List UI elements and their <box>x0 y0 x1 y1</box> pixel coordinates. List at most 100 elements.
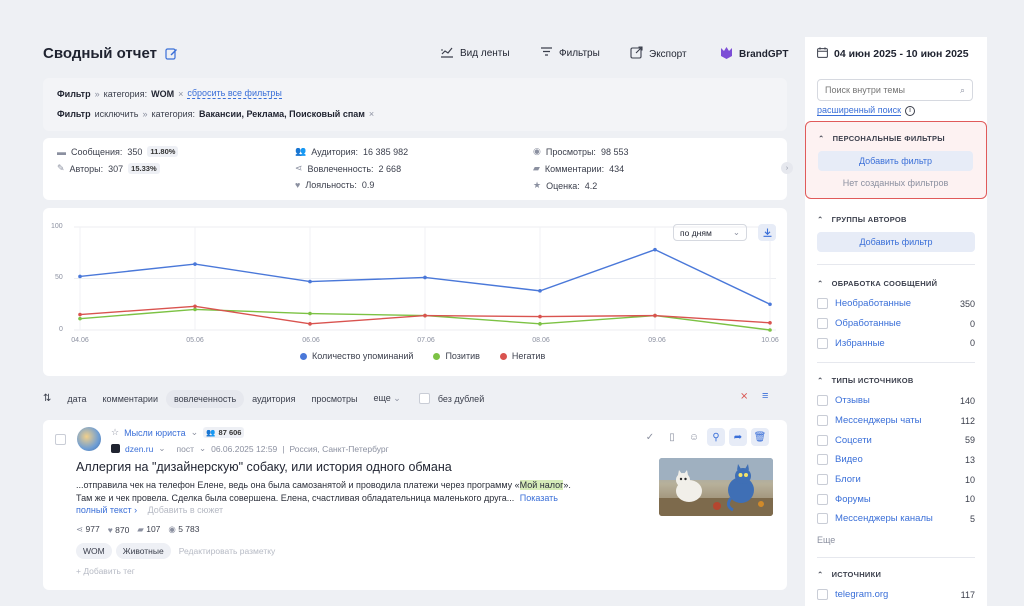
legend-item[interactable]: Негатив <box>499 351 545 361</box>
remove-filter-icon[interactable]: × <box>369 109 374 119</box>
add-to-story-link[interactable]: Добавить в сюжет <box>148 505 224 515</box>
chevron-down-icon[interactable]: ⌄ <box>191 427 199 438</box>
data-point[interactable] <box>768 302 772 307</box>
data-point[interactable] <box>538 322 542 326</box>
add-tag-link[interactable]: + Добавить тег <box>76 566 135 576</box>
sort-audience[interactable]: аудитория <box>244 390 303 408</box>
post-thumbnail[interactable] <box>659 458 773 516</box>
data-point[interactable] <box>538 314 542 319</box>
data-point[interactable] <box>653 247 657 252</box>
list-item[interactable]: telegram.org 117 <box>817 585 975 605</box>
period-select[interactable]: по дням ⌄ <box>673 224 747 241</box>
list-item[interactable]: Необработанные 350 <box>817 294 975 314</box>
sort-engagement[interactable]: вовлеченность <box>165 389 245 408</box>
sentiment-icon[interactable]: ☺ <box>685 428 703 446</box>
delete-button[interactable]: 🗑 <box>751 428 769 446</box>
brandgpt-button[interactable]: BrandGPT <box>720 46 788 63</box>
data-point[interactable] <box>78 274 82 279</box>
section-header[interactable]: ⌃ ПЕРСОНАЛЬНЫЕ ФИЛЬТРЫ <box>818 134 945 143</box>
checkbox[interactable] <box>817 434 828 446</box>
chevron-down-icon[interactable]: ⌄ <box>158 443 165 454</box>
post-select-checkbox[interactable] <box>55 434 66 445</box>
clear-sort-icon[interactable]: ⨯ <box>740 391 748 402</box>
sort-more[interactable]: еще ⌄ <box>365 389 408 408</box>
list-item[interactable]: Мессенджеры каналы 5 <box>817 509 975 529</box>
data-point[interactable] <box>768 320 772 325</box>
data-point[interactable] <box>193 262 197 266</box>
search-field[interactable]: ⌕ <box>817 79 973 101</box>
section-header[interactable]: ⌃ ГРУППЫ АВТОРОВ <box>817 215 975 224</box>
add-personal-filter-button[interactable]: Добавить фильтр <box>818 151 973 171</box>
data-point[interactable] <box>193 304 197 309</box>
checkbox[interactable] <box>817 493 828 505</box>
section-header[interactable]: ⌃ ТИПЫ ИСТОЧНИКОВ <box>817 376 975 385</box>
legend-item[interactable]: Количество упоминаний <box>300 351 413 361</box>
list-item[interactable]: Мессенджеры чаты 112 <box>817 411 975 431</box>
checkbox[interactable] <box>817 513 828 525</box>
check-icon[interactable]: ✓ <box>641 428 659 446</box>
list-item[interactable]: Обработанные 0 <box>817 314 975 334</box>
star-icon[interactable]: ☆ <box>111 427 119 438</box>
legend-item[interactable]: Позитив <box>433 351 480 361</box>
add-author-group-button[interactable]: Добавить фильтр <box>817 232 975 252</box>
data-point[interactable] <box>193 307 197 312</box>
author-name[interactable]: Мысли юриста <box>124 428 186 438</box>
checkbox[interactable] <box>817 589 828 601</box>
post-title[interactable]: Аллергия на "дизайнерскую" собаку, или и… <box>76 460 452 474</box>
add-list-icon[interactable]: ≡ <box>762 390 768 402</box>
no-duplicates-checkbox[interactable] <box>418 393 430 404</box>
date-range-picker[interactable]: 04 июн 2025 - 10 июн 2025 <box>817 47 969 61</box>
checkbox[interactable] <box>817 474 828 486</box>
filters-button[interactable]: Фильтры <box>540 46 600 60</box>
reset-filters-link[interactable]: сбросить все фильтры <box>187 88 282 99</box>
show-more-link[interactable]: Еще <box>817 535 975 545</box>
search-input[interactable] <box>825 85 945 95</box>
checkbox[interactable] <box>817 454 828 466</box>
feed-view-button[interactable]: Вид ленты <box>440 46 510 61</box>
tag-chip[interactable]: Животные <box>115 543 171 559</box>
edit-markup-link[interactable]: Редактировать разметку <box>179 546 276 556</box>
remove-filter-icon[interactable]: × <box>178 89 183 99</box>
collapse-handle-icon[interactable]: › <box>781 162 793 174</box>
sort-icon[interactable]: ⇅ <box>43 393 51 404</box>
info-icon[interactable]: i <box>905 105 916 116</box>
data-point[interactable] <box>78 312 82 317</box>
section-header[interactable]: ⌃ ОБРАБОТКА СООБЩЕНИЙ <box>817 279 975 288</box>
list-item[interactable]: Соцсети 59 <box>817 430 975 450</box>
advanced-search-link[interactable]: расширенный поиск <box>817 105 902 116</box>
data-point[interactable] <box>78 316 82 321</box>
data-point[interactable] <box>538 289 542 293</box>
pin-button[interactable]: ⚲ <box>707 428 725 446</box>
list-item[interactable]: Избранные 0 <box>817 333 975 353</box>
avatar[interactable] <box>77 427 101 451</box>
list-item[interactable]: Отзывы 140 <box>817 391 975 411</box>
data-point[interactable] <box>768 328 772 332</box>
list-item[interactable]: Видео 13 <box>817 450 975 470</box>
export-button[interactable]: Экспорт <box>630 46 687 62</box>
data-point[interactable] <box>423 313 427 318</box>
section-header[interactable]: ⌃ ИСТОЧНИКИ <box>817 570 975 579</box>
list-item[interactable]: Форумы 10 <box>817 489 975 509</box>
source-link[interactable]: dzen.ru <box>125 444 153 454</box>
checkbox[interactable] <box>817 318 828 330</box>
checkbox[interactable] <box>817 298 828 310</box>
sort-date[interactable]: дата <box>59 390 94 408</box>
download-button[interactable] <box>758 224 776 241</box>
share-button[interactable]: ➦ <box>729 428 747 446</box>
checkbox[interactable] <box>817 337 828 349</box>
tag-chip[interactable]: WOM <box>76 543 112 559</box>
data-point[interactable] <box>653 313 657 318</box>
data-point[interactable] <box>423 275 427 280</box>
edit-icon[interactable] <box>165 47 178 60</box>
data-point[interactable] <box>308 279 312 284</box>
list-item[interactable]: Блоги 10 <box>817 470 975 490</box>
search-icon[interactable]: ⌕ <box>960 85 965 96</box>
checkbox[interactable] <box>817 415 828 427</box>
bookmark-icon[interactable]: ▯ <box>663 428 681 446</box>
data-point[interactable] <box>308 322 312 326</box>
checkbox[interactable] <box>817 395 828 407</box>
data-point[interactable] <box>308 311 312 316</box>
sort-comments[interactable]: комментарии <box>94 390 165 408</box>
chevron-down-icon[interactable]: ⌄ <box>199 443 206 454</box>
sort-views[interactable]: просмотры <box>303 390 365 408</box>
